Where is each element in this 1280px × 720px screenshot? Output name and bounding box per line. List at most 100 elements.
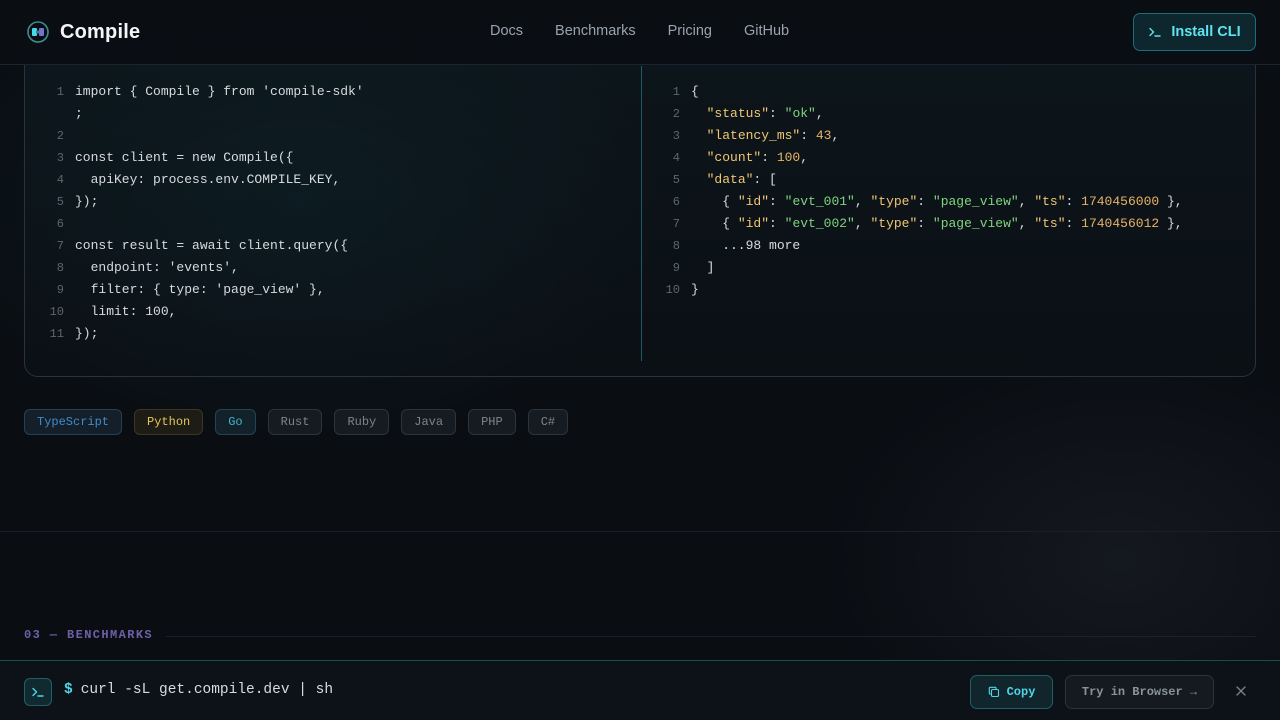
code-text: "data": [ [706, 172, 777, 187]
code-line: 9 filter: { type: 'page_view' }, [25, 279, 364, 301]
copy-icon [988, 686, 999, 698]
code-text: { "id": "evt_001", "type": "page_view", … [691, 194, 1183, 209]
nav-pricing[interactable]: Pricing [668, 23, 712, 39]
code-text: endpoint: 'events', [75, 260, 239, 275]
code-text: filter: { type: 'page_view' }, [75, 282, 325, 297]
lang-chip-php[interactable]: PHP [468, 409, 516, 435]
language-selector: TypeScript Python Go Rust Ruby Java PHP … [24, 409, 569, 435]
code-example-panel: 1 import { Compile } from 'compile-sdk'; 2… [24, 40, 1256, 377]
code-line: ; [25, 103, 364, 125]
code-line: 3 "latency_ms": 43, [641, 125, 1183, 147]
section-separator [0, 531, 1280, 532]
code-line: 5}); [25, 191, 364, 213]
line-number: 1 [672, 85, 680, 99]
code-line: 8 ...98 more [641, 235, 1183, 257]
line-number: 7 [56, 239, 64, 253]
code-text: const client = new Compile({ [75, 150, 294, 165]
code-text: import { Compile } from 'compile-sdk' [75, 84, 364, 99]
lang-chip-csharp[interactable]: C# [527, 409, 569, 435]
response-code: 1{2 "status": "ok", 3 "latency_ms": 43, 4 … [641, 81, 1183, 301]
code-text: { [691, 84, 699, 99]
compile-logo-icon [27, 21, 49, 43]
close-icon[interactable] [1232, 682, 1250, 700]
code-line: 2 "status": "ok", [641, 103, 1183, 125]
terminal-icon [24, 678, 52, 706]
line-number: 5 [56, 195, 64, 209]
terminal-prompt-icon [1149, 27, 1162, 37]
line-number: 11 [49, 327, 64, 341]
code-text: }); [75, 194, 99, 209]
request-code: 1 import { Compile } from 'compile-sdk'; 2… [25, 81, 364, 345]
line-number: 7 [672, 217, 680, 231]
code-text: { "id": "evt_002", "type": "page_view", … [691, 216, 1183, 231]
copy-button[interactable]: Copy [970, 675, 1053, 709]
line-number [25, 103, 75, 125]
line-number: 9 [56, 283, 64, 297]
line-number: 4 [56, 173, 64, 187]
brand-name: Compile [60, 20, 141, 43]
install-cli-button[interactable]: Install CLI [1133, 13, 1256, 51]
line-number: 8 [672, 239, 680, 253]
line-number: 8 [56, 261, 64, 275]
code-line: 6 { "id": "evt_001", "type": "page_view"… [641, 191, 1183, 213]
code-text: ; [75, 106, 83, 121]
code-line: 2 [25, 125, 364, 147]
nav-docs[interactable]: Docs [490, 23, 523, 39]
code-line: 10} [641, 279, 1183, 301]
lang-chip-java[interactable]: Java [401, 409, 457, 435]
brand-logo[interactable]: Compile [26, 20, 140, 44]
line-number: 10 [665, 283, 680, 297]
line-number: 3 [56, 151, 64, 165]
site-header: Compile Docs Benchmarks Pricing GitHub I… [0, 0, 1280, 65]
code-line: 1{ [641, 81, 1183, 103]
code-line: 3 const client = new Compile({ [25, 147, 364, 169]
install-cli-label: Install CLI [1171, 24, 1241, 40]
code-line: 8 endpoint: 'events', [25, 257, 364, 279]
lang-chip-rust[interactable]: Rust [267, 409, 323, 435]
code-line: 11}); [25, 323, 364, 345]
command-text: curl -sL get.compile.dev | sh [80, 682, 334, 698]
code-text: } [691, 282, 699, 297]
code-text: const result = await client.query({ [75, 238, 349, 253]
code-text: "status": "ok", [706, 106, 824, 121]
code-text: }); [75, 326, 99, 341]
section-label-rule [166, 636, 1256, 637]
line-number: 2 [56, 129, 64, 143]
line-number: 6 [672, 195, 680, 209]
lang-chip-typescript[interactable]: TypeScript [24, 409, 123, 435]
lang-chip-ruby[interactable]: Ruby [334, 409, 390, 435]
code-text: apiKey: process.env.COMPILE_KEY, [75, 172, 341, 187]
code-line: 10 limit: 100, [25, 301, 364, 323]
code-line: 1 import { Compile } from 'compile-sdk' [25, 81, 364, 103]
line-number: 5 [672, 173, 680, 187]
lang-chip-go[interactable]: Go [215, 409, 256, 435]
copy-label: Copy [1006, 685, 1036, 699]
code-line: 9 ] [641, 257, 1183, 279]
code-line: 4 apiKey: process.env.COMPILE_KEY, [25, 169, 364, 191]
install-command-bar: $ curl -sL get.compile.dev | sh Copy Try … [0, 660, 1280, 720]
line-number: 1 [56, 85, 64, 99]
code-line: 6 [25, 213, 364, 235]
line-number: 4 [672, 151, 680, 165]
code-line: 7 const result = await client.query({ [25, 235, 364, 257]
main-nav: Docs Benchmarks Pricing GitHub [490, 23, 789, 39]
nav-benchmarks[interactable]: Benchmarks [555, 23, 636, 39]
code-text: ] [691, 260, 715, 275]
code-line: 7 { "id": "evt_002", "type": "page_view"… [641, 213, 1183, 235]
line-number: 9 [672, 261, 680, 275]
line-number: 3 [672, 129, 680, 143]
try-in-browser-button[interactable]: Try in Browser → [1065, 675, 1214, 709]
nav-github[interactable]: GitHub [744, 23, 789, 39]
code-line: 5 "data": [ [641, 169, 1183, 191]
code-text: limit: 100, [75, 304, 177, 319]
line-number: 2 [672, 107, 680, 121]
install-command[interactable]: $ curl -sL get.compile.dev | sh [64, 682, 333, 698]
line-number: 6 [56, 217, 64, 231]
lang-chip-python[interactable]: Python [134, 409, 204, 435]
code-text: "count": 100, [706, 150, 809, 165]
code-text: "latency_ms": 43, [706, 128, 840, 143]
shell-prompt: $ [64, 682, 73, 698]
section-label-benchmarks: 03 — BENCHMARKS [24, 628, 154, 642]
code-text: ...98 more [691, 238, 801, 253]
code-line: 4 "count": 100, [641, 147, 1183, 169]
